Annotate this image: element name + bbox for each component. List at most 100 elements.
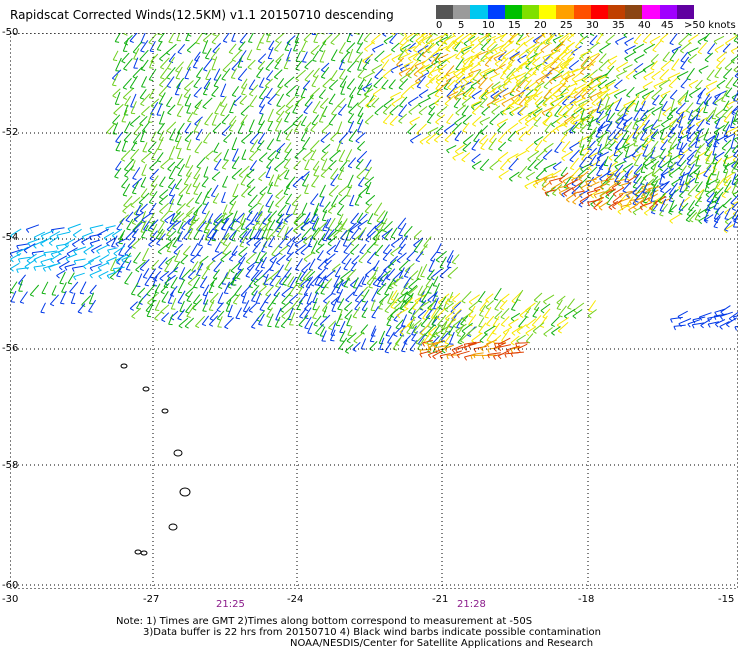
wind-barb bbox=[669, 89, 678, 99]
wind-barb-tick bbox=[543, 301, 547, 305]
wind-barb-tick bbox=[253, 283, 258, 287]
wind-barb-tick bbox=[250, 223, 255, 226]
wind-barb bbox=[256, 67, 264, 77]
wind-barb-tick bbox=[559, 179, 563, 183]
wind-barb bbox=[274, 118, 283, 131]
wind-barb bbox=[561, 140, 571, 152]
wind-barb bbox=[224, 317, 234, 328]
wind-barb bbox=[271, 244, 280, 255]
wind-barb-tick bbox=[393, 319, 398, 322]
wind-barb bbox=[211, 251, 223, 260]
wind-barb-tick bbox=[40, 311, 45, 314]
wind-barb-tick bbox=[454, 122, 459, 126]
wind-barb-tick bbox=[267, 102, 272, 106]
wind-barb-tick bbox=[338, 202, 343, 206]
wind-barb bbox=[168, 33, 175, 43]
wind-barb bbox=[122, 202, 132, 212]
wind-barb bbox=[507, 130, 517, 141]
wind-barb bbox=[657, 107, 663, 122]
wind-barb-tick bbox=[319, 196, 324, 198]
wind-barb-tick bbox=[446, 149, 450, 154]
wind-barb bbox=[245, 252, 257, 263]
wind-barb-tick bbox=[322, 239, 327, 242]
wind-barb-tick bbox=[324, 278, 329, 282]
wind-barb-tick bbox=[660, 68, 665, 72]
wind-barb bbox=[371, 33, 381, 43]
wind-barb bbox=[89, 233, 102, 237]
wind-barb bbox=[446, 75, 456, 82]
wind-barb-tick bbox=[240, 183, 246, 186]
wind-barb bbox=[202, 97, 213, 108]
wind-barb-tick bbox=[419, 141, 424, 145]
wind-barb bbox=[346, 42, 356, 52]
wind-barb-tick bbox=[223, 140, 228, 144]
wind-barb-tick bbox=[310, 203, 315, 206]
wind-barb bbox=[241, 185, 252, 196]
wind-barb-tick bbox=[16, 245, 19, 250]
wind-barb bbox=[533, 292, 543, 301]
wind-barb-tick bbox=[706, 200, 711, 203]
wind-barb-tick bbox=[140, 103, 145, 107]
wind-barb-tick bbox=[698, 70, 703, 74]
wind-barb-tick bbox=[231, 77, 236, 79]
wind-barb-tick bbox=[562, 180, 567, 185]
wind-barb-tick bbox=[715, 140, 720, 145]
wind-barb-tick bbox=[355, 300, 360, 303]
wind-barb-tick bbox=[590, 33, 595, 36]
wind-barb-tick bbox=[329, 158, 334, 162]
wind-barb-tick bbox=[659, 78, 664, 81]
wind-barb bbox=[688, 34, 699, 42]
wind-barb-tick bbox=[435, 259, 440, 263]
wind-barb bbox=[365, 194, 376, 204]
wind-barb-tick bbox=[412, 308, 417, 311]
wind-barb-tick bbox=[331, 113, 336, 116]
wind-barb bbox=[89, 269, 102, 276]
wind-barb bbox=[427, 89, 441, 97]
wind-barb-tick bbox=[348, 111, 353, 115]
wind-barb-tick bbox=[139, 268, 144, 272]
wind-barb bbox=[318, 40, 327, 51]
wind-barb-tick bbox=[463, 78, 468, 83]
wind-barb bbox=[246, 49, 253, 60]
wind-barb bbox=[567, 298, 575, 309]
wind-barb-tick bbox=[371, 105, 376, 108]
wind-barb-tick bbox=[416, 86, 422, 89]
wind-barb bbox=[344, 344, 354, 352]
wind-barb-tick bbox=[640, 109, 645, 112]
wind-barb bbox=[493, 63, 506, 72]
wind-barb-tick bbox=[714, 218, 719, 220]
wind-barb-tick bbox=[525, 79, 530, 83]
wind-barb-tick bbox=[40, 261, 44, 266]
wind-barb bbox=[105, 225, 116, 229]
wind-barb-tick bbox=[148, 244, 153, 248]
wind-barb bbox=[49, 230, 61, 238]
wind-barb bbox=[510, 312, 521, 320]
wind-barb-tick bbox=[359, 251, 364, 255]
wind-barb-tick bbox=[527, 87, 532, 92]
wind-barb-tick bbox=[148, 150, 153, 153]
wind-barb-tick bbox=[688, 166, 692, 170]
wind-barb-tick bbox=[192, 307, 197, 311]
wind-barb-tick bbox=[122, 194, 128, 197]
wind-barb-tick bbox=[283, 222, 288, 225]
wind-barb bbox=[698, 65, 709, 72]
wind-barb bbox=[328, 113, 337, 125]
wind-barb-tick bbox=[236, 277, 241, 280]
wind-barb-tick bbox=[277, 235, 282, 238]
wind-barb-tick bbox=[313, 324, 318, 327]
wind-barb bbox=[479, 158, 490, 170]
wind-barb-tick bbox=[624, 58, 628, 62]
wind-barb-tick bbox=[331, 59, 336, 62]
wind-barb bbox=[412, 306, 422, 317]
wind-barb-tick bbox=[149, 50, 155, 53]
wind-barb bbox=[196, 157, 206, 168]
wind-barb-tick bbox=[589, 57, 593, 62]
wind-barb bbox=[212, 42, 222, 52]
wind-barb-tick bbox=[662, 59, 667, 63]
wind-barb-tick bbox=[492, 332, 497, 335]
wind-barb-tick bbox=[243, 315, 248, 318]
wind-barb-tick bbox=[552, 167, 557, 171]
wind-barb-tick bbox=[733, 168, 738, 171]
wind-barb bbox=[382, 113, 392, 123]
wind-barb bbox=[141, 106, 150, 115]
